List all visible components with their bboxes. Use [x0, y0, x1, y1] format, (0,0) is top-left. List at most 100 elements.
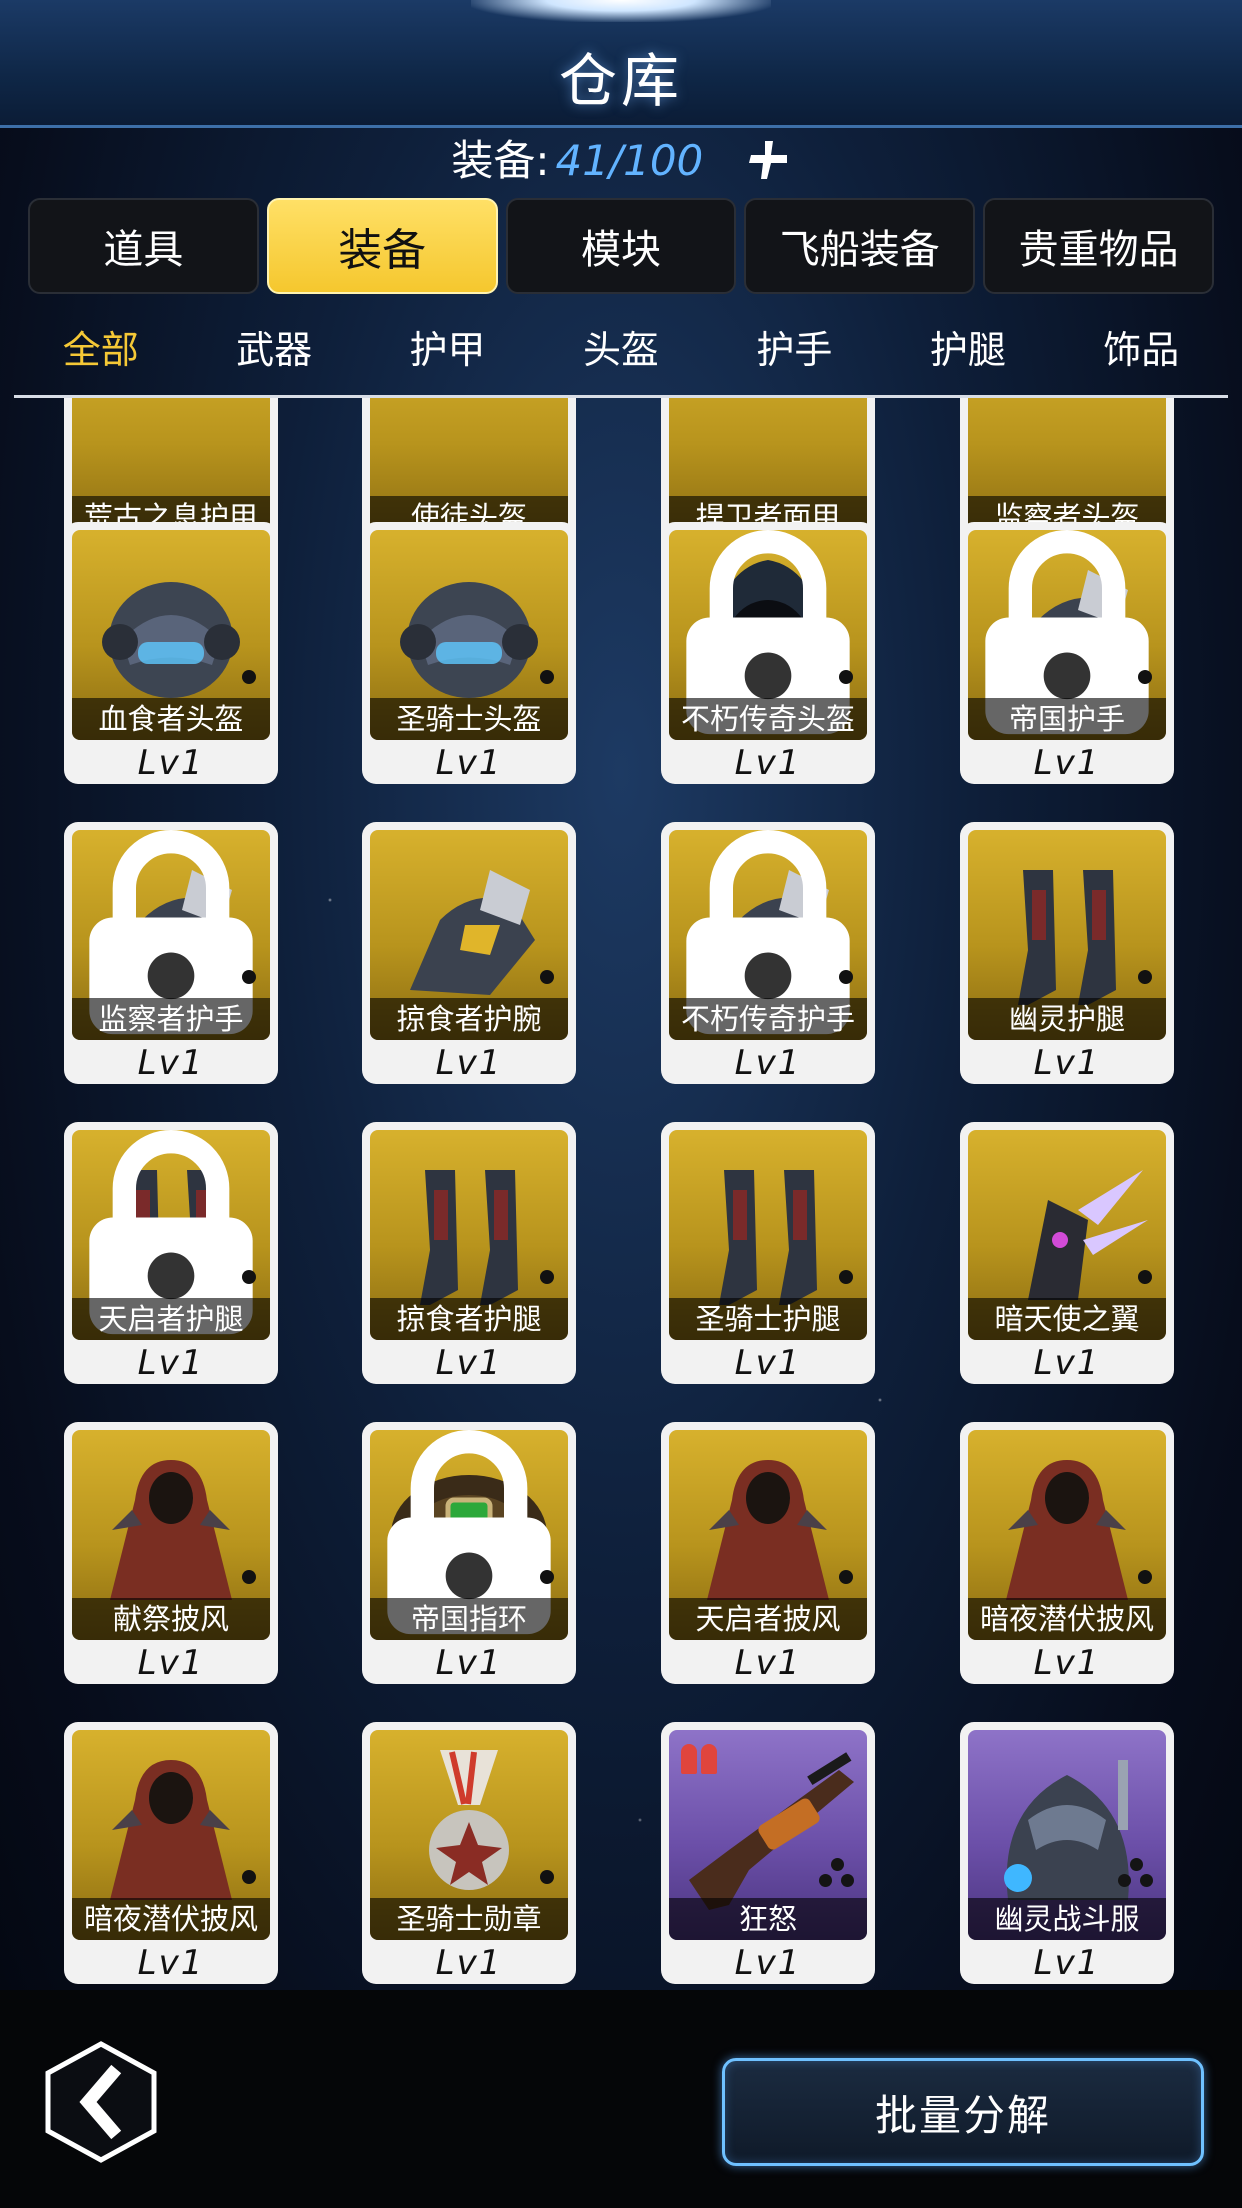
- back-button[interactable]: [42, 2040, 160, 2164]
- item-name: 帝国指环: [370, 1598, 568, 1640]
- status-dot-icon: [242, 970, 256, 984]
- equipment-card[interactable]: 幽灵战斗服 Lv1: [960, 1722, 1174, 1984]
- item-name: 掠食者护腿: [370, 1298, 568, 1340]
- equipment-card[interactable]: 天启者披风 Lv1: [661, 1422, 875, 1684]
- tab-items[interactable]: 道具: [28, 198, 259, 294]
- expand-capacity-icon[interactable]: [745, 137, 791, 183]
- equipment-card[interactable]: 暗夜潜伏披风 Lv1: [960, 1422, 1174, 1684]
- filter-weapons[interactable]: 武器: [187, 314, 360, 386]
- equipment-card[interactable]: 帝国护手 Lv1: [960, 522, 1174, 784]
- status-dot-icon: [1138, 970, 1152, 984]
- equipment-card[interactable]: 圣骑士勋章 Lv1: [362, 1722, 576, 1984]
- item-art: 狂怒: [669, 1730, 867, 1940]
- tab-valuables[interactable]: 贵重物品: [983, 198, 1214, 294]
- item-art: 暗夜潜伏披风: [72, 1730, 270, 1940]
- item-level: Lv1: [435, 743, 503, 783]
- equipment-card[interactable]: 监察者护手 Lv1: [64, 822, 278, 1084]
- filter-helmets[interactable]: 头盔: [534, 314, 707, 386]
- status-dot-icon: [540, 1870, 554, 1884]
- item-level: Lv1: [435, 1943, 503, 1983]
- bottom-bar: 批量分解: [0, 1990, 1242, 2208]
- item-art: 帝国护手: [968, 530, 1166, 740]
- status-dot-icon: [839, 1570, 853, 1584]
- equipment-card[interactable]: 暗天使之翼 Lv1: [960, 1122, 1174, 1384]
- item-name: 狂怒: [669, 1898, 867, 1940]
- equipment-card[interactable]: 幽灵护腿 Lv1: [960, 822, 1174, 1084]
- status-dot-icon: [1138, 670, 1152, 684]
- item-level: Lv1: [137, 1343, 205, 1383]
- item-art: 不朽传奇头盔: [669, 530, 867, 740]
- item-art: 幽灵战斗服: [968, 1730, 1166, 1940]
- header: 仓库: [0, 0, 1242, 128]
- item-level: Lv1: [734, 1043, 802, 1083]
- item-art: 暗夜潜伏披风: [968, 1430, 1166, 1640]
- status-dot-icon: [540, 970, 554, 984]
- filter-legs[interactable]: 护腿: [881, 314, 1054, 386]
- equipment-card[interactable]: 掠食者护腕 Lv1: [362, 822, 576, 1084]
- filter-gauntlets[interactable]: 护手: [708, 314, 881, 386]
- category-tabs: 道具 装备 模块 飞船装备 贵重物品: [28, 198, 1214, 294]
- tab-ship-equipment[interactable]: 飞船装备: [744, 198, 976, 294]
- item-name: 监察者护手: [72, 998, 270, 1040]
- equipment-card[interactable]: 不朽传奇护手 Lv1: [661, 822, 875, 1084]
- filter-armor[interactable]: 护甲: [361, 314, 534, 386]
- item-level: Lv1: [1033, 1043, 1101, 1083]
- item-name: 掠食者护腕: [370, 998, 568, 1040]
- item-art: 献祭披风: [72, 1430, 270, 1640]
- status-dot-icon: [242, 1570, 256, 1584]
- capacity-label: 装备:: [451, 136, 550, 185]
- capacity-value: 41/100: [555, 136, 704, 185]
- item-level: Lv1: [435, 1643, 503, 1683]
- equipment-card[interactable]: 狂怒 Lv1: [661, 1722, 875, 1984]
- status-dot-icon: [1138, 1570, 1152, 1584]
- equipment-card[interactable]: 圣骑士头盔 Lv1: [362, 522, 576, 784]
- equipment-card[interactable]: 不朽传奇头盔 Lv1: [661, 522, 875, 784]
- bulk-dismantle-button[interactable]: 批量分解: [722, 2058, 1204, 2166]
- item-name: 不朽传奇护手: [669, 998, 867, 1040]
- item-art: 幽灵护腿: [968, 830, 1166, 1040]
- tab-equipment[interactable]: 装备: [266, 198, 498, 294]
- item-level: Lv1: [1033, 743, 1101, 783]
- item-art: 帝国指环: [370, 1430, 568, 1640]
- filter-tabs: 全部 武器 护甲 头盔 护手 护腿 饰品: [14, 314, 1228, 386]
- equipment-card[interactable]: 帝国指环 Lv1: [362, 1422, 576, 1684]
- equipment-card[interactable]: 圣骑士护腿 Lv1: [661, 1122, 875, 1384]
- item-art: 天启者护腿: [72, 1130, 270, 1340]
- item-name: 献祭披风: [72, 1598, 270, 1640]
- item-art: 捍卫者面甲: [669, 398, 867, 538]
- header-light-icon: [471, 0, 771, 22]
- page-title: 仓库: [558, 47, 683, 115]
- equipment-card[interactable]: 天启者护腿 Lv1: [64, 1122, 278, 1384]
- item-level: Lv1: [137, 1943, 205, 1983]
- equipment-card[interactable]: 掠食者护腿 Lv1: [362, 1122, 576, 1384]
- filter-accessories[interactable]: 饰品: [1055, 314, 1228, 386]
- item-art: 监察者头盔: [968, 398, 1166, 538]
- equipment-card[interactable]: 暗夜潜伏披风 Lv1: [64, 1722, 278, 1984]
- status-dot-icon: [540, 1270, 554, 1284]
- item-art: 暗天使之翼: [968, 1130, 1166, 1340]
- equipment-card[interactable]: 血食者头盔 Lv1: [64, 522, 278, 784]
- item-art: 圣骑士护腿: [669, 1130, 867, 1340]
- status-dot-icon: [540, 1570, 554, 1584]
- item-level: Lv1: [734, 743, 802, 783]
- item-art: 不朽传奇护手: [669, 830, 867, 1040]
- item-name: 圣骑士头盔: [370, 698, 568, 740]
- item-art: 使徒头盔: [370, 398, 568, 538]
- tab-modules[interactable]: 模块: [505, 198, 737, 294]
- item-name: 血食者头盔: [72, 698, 270, 740]
- item-name: 圣骑士护腿: [669, 1298, 867, 1340]
- item-level: Lv1: [734, 1643, 802, 1683]
- status-dot-icon: [1138, 1270, 1152, 1284]
- item-art: 圣骑士头盔: [370, 530, 568, 740]
- item-level: Lv1: [1033, 1343, 1101, 1383]
- item-name: 幽灵战斗服: [968, 1898, 1166, 1940]
- item-name: 暗天使之翼: [968, 1298, 1166, 1340]
- ammo-icon: [677, 1738, 721, 1778]
- item-art: 荒古之息护甲: [72, 398, 270, 538]
- item-level: Lv1: [137, 1043, 205, 1083]
- item-name: 暗夜潜伏披风: [968, 1598, 1166, 1640]
- equipment-card[interactable]: 献祭披风 Lv1: [64, 1422, 278, 1684]
- filter-all[interactable]: 全部: [14, 314, 187, 386]
- equipment-grid[interactable]: 荒古之息护甲Lv1使徒头盔Lv1捍卫者面甲Lv1监察者头盔Lv1血食者头盔Lv1…: [0, 398, 1242, 1990]
- item-name: 幽灵护腿: [968, 998, 1166, 1040]
